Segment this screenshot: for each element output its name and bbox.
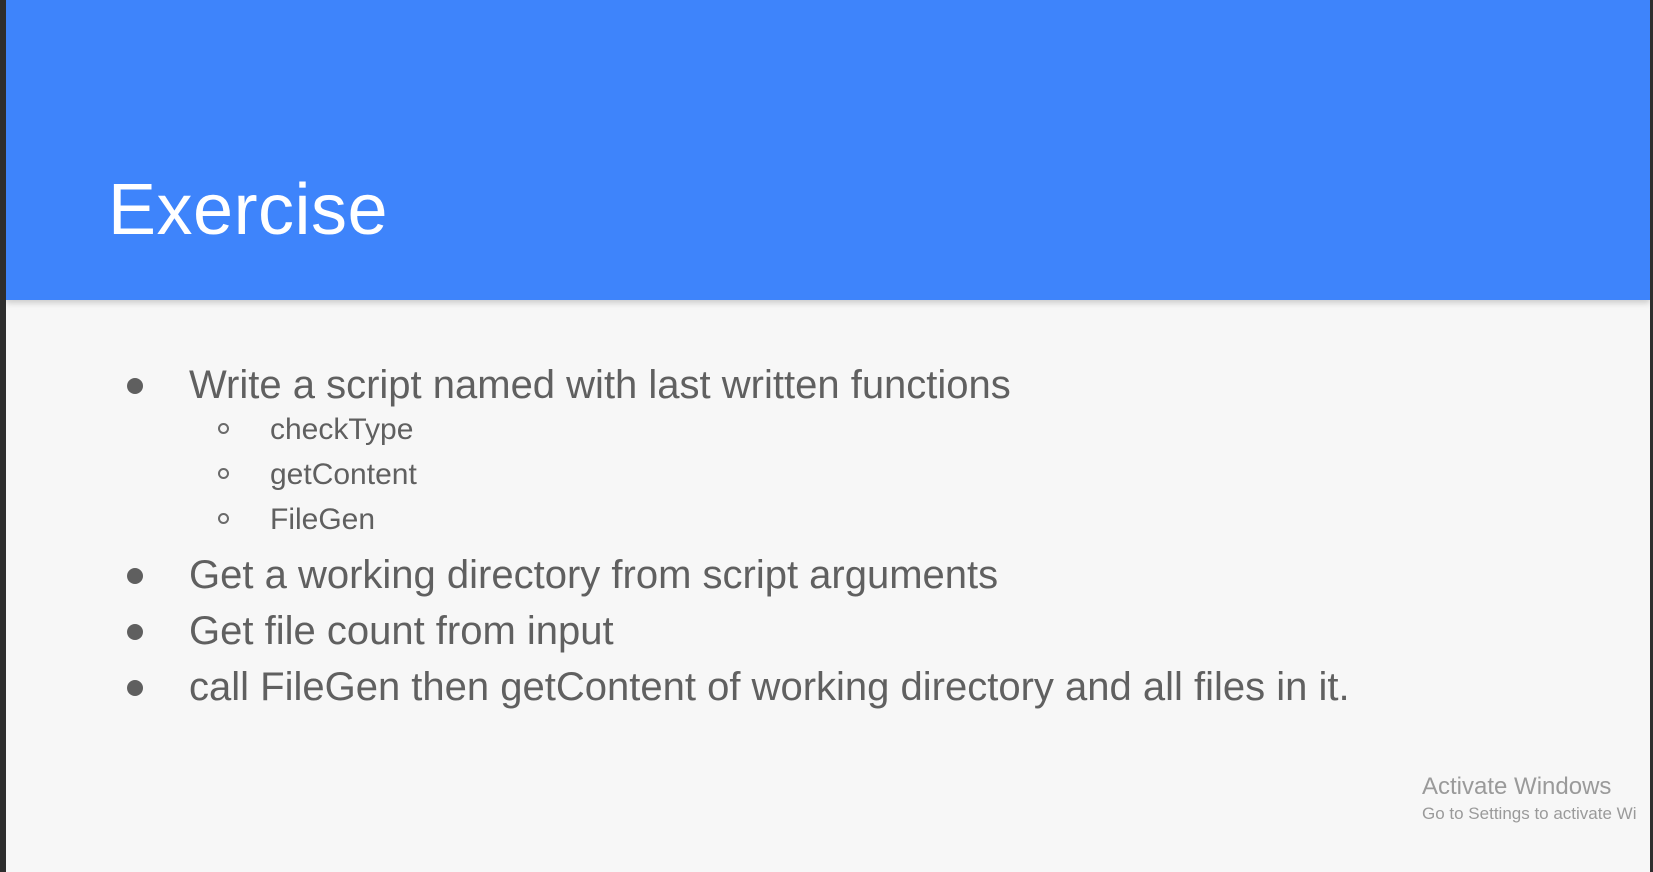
bullet-text: call FileGen then getContent of working … — [189, 665, 1350, 709]
sub-bullet-item: FileGen — [6, 500, 806, 540]
watermark-subtitle: Go to Settings to activate Wi — [1422, 804, 1637, 823]
sub-bullet-circle-icon — [218, 513, 229, 524]
sub-bullet-text: checkType — [270, 413, 414, 446]
sub-bullet-text: getContent — [270, 458, 417, 491]
bullet-dot-icon — [127, 624, 143, 640]
bullet-item: Get a working directory from script argu… — [6, 547, 1406, 603]
slide-content: Write a script named with last written f… — [6, 0, 1650, 872]
sub-bullet-text: FileGen — [270, 503, 376, 536]
activate-windows-watermark: Activate Windows Go to Settings to activ… — [1422, 772, 1636, 826]
bullet-text: Get a working directory from script argu… — [189, 553, 999, 597]
bullet-item: Write a script named with last written f… — [6, 357, 1406, 413]
sub-bullet-item: getContent — [6, 455, 806, 495]
bullet-dot-icon — [127, 568, 143, 584]
bullet-item: Get file count from input — [6, 603, 1406, 659]
sub-bullet-circle-icon — [218, 423, 229, 434]
slide: Exercise Write a script named with last … — [6, 0, 1650, 872]
bullet-item: call FileGen then getContent of working … — [6, 659, 1406, 715]
bullet-dot-icon — [127, 378, 143, 394]
watermark-title: Activate Windows — [1422, 773, 1612, 800]
bullet-text: Write a script named with last written f… — [189, 363, 1011, 407]
sub-bullet-circle-icon — [218, 468, 229, 479]
bullet-text: Get file count from input — [189, 609, 614, 653]
bullet-dot-icon — [127, 680, 143, 696]
sub-bullet-item: checkType — [6, 410, 806, 450]
